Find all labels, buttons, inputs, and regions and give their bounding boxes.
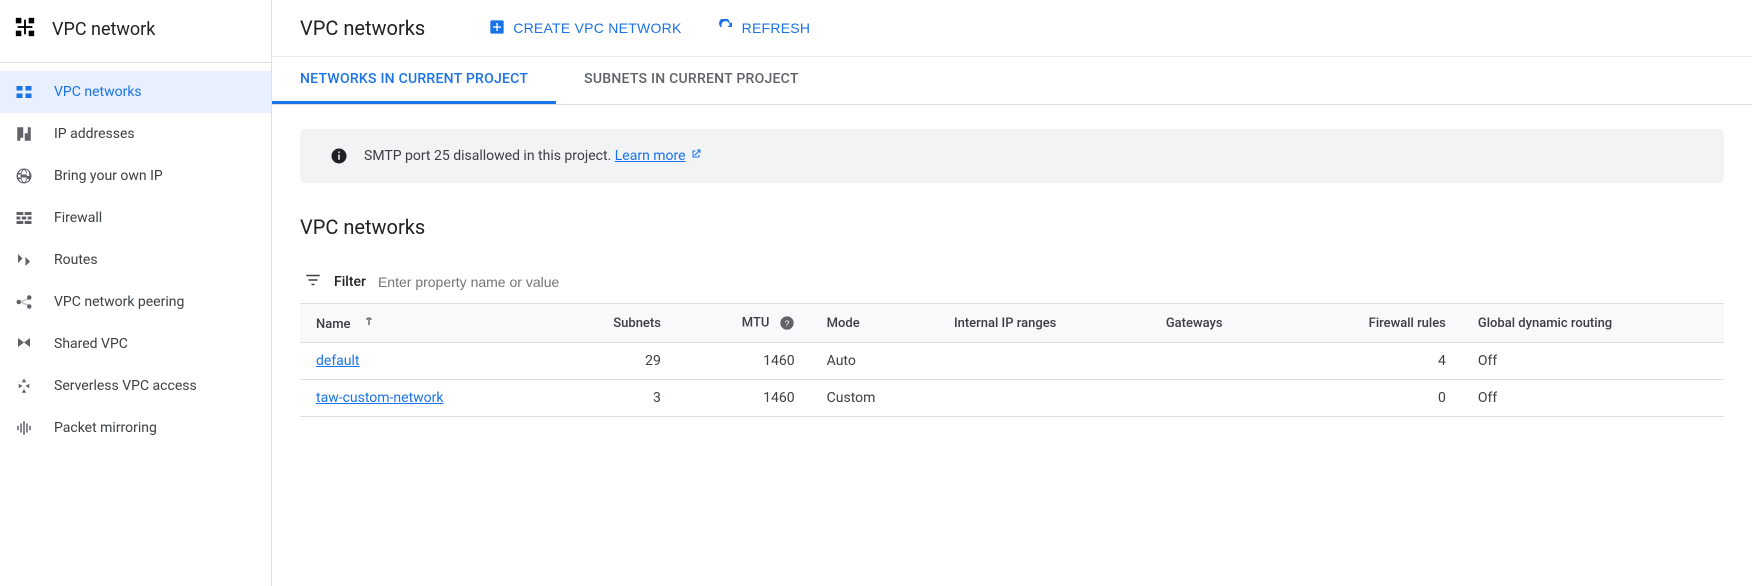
svg-text:?: ? xyxy=(784,318,789,328)
cell-gdr: Off xyxy=(1462,380,1724,417)
shared-vpc-icon xyxy=(14,334,34,354)
table-row: default 29 1460 Auto 4 Off xyxy=(300,343,1724,380)
sidebar-item-routes[interactable]: Routes xyxy=(0,239,271,281)
learn-more-link[interactable]: Learn more xyxy=(615,148,702,164)
sidebar-item-label: Routes xyxy=(54,252,98,268)
tab-networks-in-current-project[interactable]: NETWORKS IN CURRENT PROJECT xyxy=(272,57,556,104)
col-mtu[interactable]: MTU ? xyxy=(677,304,811,343)
vpc-networks-table: Name Subnets MTU ? Mode Internal IP rang… xyxy=(300,304,1724,417)
refresh-button[interactable]: REFRESH xyxy=(718,19,811,38)
toolbar: VPC networks CREATE VPC NETWORK REFRESH xyxy=(272,0,1752,57)
page-title: VPC networks xyxy=(300,16,425,40)
plus-icon xyxy=(489,19,505,38)
network-name-link[interactable]: default xyxy=(316,353,360,369)
sidebar-item-firewall[interactable]: Firewall xyxy=(0,197,271,239)
sidebar-item-ip-addresses[interactable]: IP addresses xyxy=(0,113,271,155)
main-content: VPC networks CREATE VPC NETWORK REFRESH … xyxy=(272,0,1752,586)
sidebar-item-vpc-networks[interactable]: VPC networks xyxy=(0,71,271,113)
cell-subnets: 3 xyxy=(551,380,677,417)
cell-mode: Custom xyxy=(811,380,938,417)
create-button-label: CREATE VPC NETWORK xyxy=(513,20,681,36)
external-link-icon xyxy=(690,148,702,164)
sidebar-title: VPC network xyxy=(52,19,155,40)
sidebar-item-shared-vpc[interactable]: Shared VPC xyxy=(0,323,271,365)
refresh-icon xyxy=(718,19,734,38)
sidebar-item-label: VPC networks xyxy=(54,84,142,100)
help-icon[interactable]: ? xyxy=(779,315,795,331)
cell-gateways xyxy=(1150,380,1290,417)
cell-firewall: 4 xyxy=(1290,343,1462,380)
ip-addresses-icon xyxy=(14,124,34,144)
col-subnets[interactable]: Subnets xyxy=(551,304,677,343)
sidebar-nav: VPC networks IP addresses Bring your own… xyxy=(0,63,271,449)
section-title: VPC networks xyxy=(300,215,1724,239)
cell-internal xyxy=(938,343,1150,380)
refresh-button-label: REFRESH xyxy=(742,20,811,36)
sidebar-header: VPC network xyxy=(0,0,271,63)
filter-input[interactable] xyxy=(378,274,1724,290)
firewall-icon xyxy=(14,208,34,228)
learn-more-label: Learn more xyxy=(615,148,686,164)
sidebar-item-label: Shared VPC xyxy=(54,336,128,352)
sidebar-item-label: Bring your own IP xyxy=(54,168,163,184)
info-icon xyxy=(330,147,348,165)
sidebar-item-label: IP addresses xyxy=(54,126,135,142)
globe-icon xyxy=(14,166,34,186)
sidebar-item-packet-mirroring[interactable]: Packet mirroring xyxy=(0,407,271,449)
serverless-icon xyxy=(14,376,34,396)
col-name[interactable]: Name xyxy=(300,304,551,343)
networks-icon xyxy=(14,82,34,102)
table-header-row: Name Subnets MTU ? Mode Internal IP rang… xyxy=(300,304,1724,343)
vpc-network-icon xyxy=(14,16,36,42)
col-internal-ip-ranges[interactable]: Internal IP ranges xyxy=(938,304,1150,343)
sidebar-item-byoip[interactable]: Bring your own IP xyxy=(0,155,271,197)
routes-icon xyxy=(14,250,34,270)
content: SMTP port 25 disallowed in this project.… xyxy=(272,105,1752,441)
cell-subnets: 29 xyxy=(551,343,677,380)
filter-icon xyxy=(304,271,322,293)
sidebar-item-serverless-vpc[interactable]: Serverless VPC access xyxy=(0,365,271,407)
col-firewall-rules[interactable]: Firewall rules xyxy=(1290,304,1462,343)
cell-mtu: 1460 xyxy=(677,343,811,380)
tabs: NETWORKS IN CURRENT PROJECT SUBNETS IN C… xyxy=(272,57,1752,105)
filter-label: Filter xyxy=(334,274,366,290)
cell-gateways xyxy=(1150,343,1290,380)
peering-icon xyxy=(14,292,34,312)
filter-bar: Filter xyxy=(300,261,1724,304)
col-global-dynamic-routing[interactable]: Global dynamic routing xyxy=(1462,304,1724,343)
create-vpc-network-button[interactable]: CREATE VPC NETWORK xyxy=(489,19,681,38)
cell-internal xyxy=(938,380,1150,417)
network-name-link[interactable]: taw-custom-network xyxy=(316,390,444,406)
mirroring-icon xyxy=(14,418,34,438)
cell-mtu: 1460 xyxy=(677,380,811,417)
info-banner: SMTP port 25 disallowed in this project.… xyxy=(300,129,1724,183)
col-mtu-label: MTU xyxy=(742,315,770,330)
banner-message: SMTP port 25 disallowed in this project. xyxy=(364,148,615,164)
cell-mode: Auto xyxy=(811,343,938,380)
tab-subnets-in-current-project[interactable]: SUBNETS IN CURRENT PROJECT xyxy=(556,57,827,104)
col-mode[interactable]: Mode xyxy=(811,304,938,343)
cell-firewall: 0 xyxy=(1290,380,1462,417)
table-row: taw-custom-network 3 1460 Custom 0 Off xyxy=(300,380,1724,417)
sidebar-item-label: Packet mirroring xyxy=(54,420,157,436)
sidebar-item-label: VPC network peering xyxy=(54,294,184,310)
sidebar-item-peering[interactable]: VPC network peering xyxy=(0,281,271,323)
col-gateways[interactable]: Gateways xyxy=(1150,304,1290,343)
col-name-label: Name xyxy=(316,317,351,332)
sidebar-item-label: Firewall xyxy=(54,210,102,226)
sort-ascending-icon xyxy=(362,317,376,332)
sidebar: VPC network VPC networks IP addresses Br… xyxy=(0,0,272,586)
cell-gdr: Off xyxy=(1462,343,1724,380)
sidebar-item-label: Serverless VPC access xyxy=(54,378,197,394)
banner-text: SMTP port 25 disallowed in this project.… xyxy=(364,148,702,164)
